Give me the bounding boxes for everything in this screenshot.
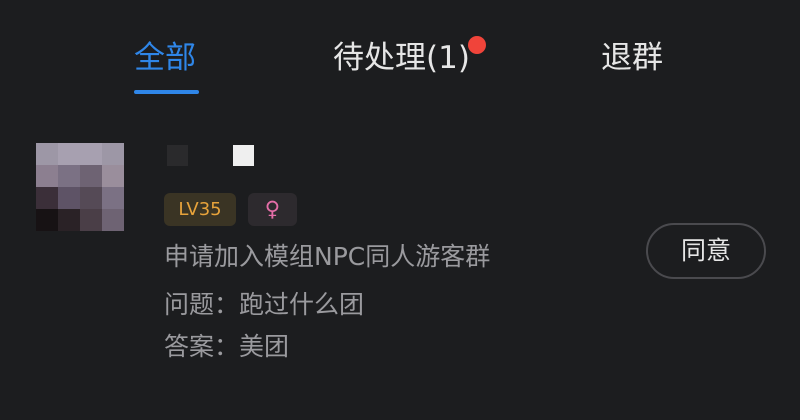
level-badge: LV35 [164,193,236,226]
question-row: 问题：跑过什么团 [164,286,364,324]
redacted-block [167,145,188,166]
answer-label: 答案： [164,332,240,361]
tab-quit-group[interactable]: 退群 [601,36,663,80]
accept-button[interactable]: 同意 [646,223,766,279]
notification-dot-icon [468,36,486,54]
answer-value: 美团 [239,332,290,361]
group-join-requests-screen: 全部 待处理(1) 退群 LV35 ♀ 申请加入模组NPC同人游客群 问题：跑过… [0,0,800,420]
answer-row: 答案：美团 [164,328,289,366]
redacted-block [233,145,254,166]
tab-all[interactable]: 全部 [134,36,196,80]
tab-pending[interactable]: 待处理(1) [333,36,470,80]
tab-bar: 全部 待处理(1) 退群 [0,0,800,100]
avatar[interactable] [36,143,124,231]
active-tab-indicator [134,90,199,94]
request-message: 申请加入模组NPC同人游客群 [164,242,491,271]
question-label: 问题： [164,290,240,319]
question-value: 跑过什么团 [239,290,365,319]
female-gender-icon: ♀ [248,193,297,226]
